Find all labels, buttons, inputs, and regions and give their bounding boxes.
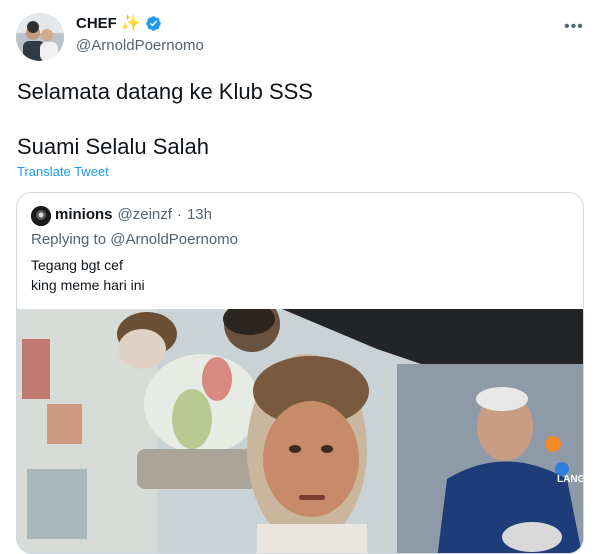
author-handle[interactable]: @ArnoldPoernomo xyxy=(76,37,204,54)
quoted-header: minions @zeinzf · 13h xyxy=(55,206,212,223)
tweet-text-line-2: Suami Selalu Salah xyxy=(17,134,210,159)
quoted-avatar[interactable] xyxy=(31,206,51,226)
tv-screen-photo: LANGS xyxy=(17,309,583,553)
author-name[interactable]: CHEF xyxy=(76,15,117,32)
sparkles-icon: ✨ xyxy=(120,14,141,32)
quoted-text-line-2: king meme hari ini xyxy=(31,277,145,293)
tv-overlay-text: LANGS xyxy=(557,474,583,485)
tweet-text-line-1: Selamata datang ke Klub SSS xyxy=(17,79,313,104)
tweet-card[interactable]: CHEF ✨ @ArnoldPoernomo ••• Selamata data… xyxy=(0,0,598,554)
translate-tweet-link[interactable]: Translate Tweet xyxy=(17,164,109,179)
quoted-author-handle[interactable]: @zeinzf xyxy=(118,206,172,223)
quoted-media-photo[interactable]: LANGS xyxy=(17,309,583,553)
avatar-photo xyxy=(16,13,64,61)
quoted-text-line-1: Tegang bgt cef xyxy=(31,257,123,273)
more-options-icon[interactable]: ••• xyxy=(564,18,584,36)
replying-to-line: Replying to @ArnoldPoernomo xyxy=(31,231,239,248)
author-name-row[interactable]: CHEF ✨ xyxy=(76,15,162,32)
quoted-avatar-photo xyxy=(31,206,51,226)
quoted-tweet[interactable]: minions @zeinzf · 13h Replying to @Arnol… xyxy=(16,192,584,554)
avatar[interactable] xyxy=(16,13,64,61)
verified-badge-icon xyxy=(146,16,161,31)
separator-dot: · xyxy=(176,206,182,223)
quoted-timestamp[interactable]: 13h xyxy=(187,206,212,223)
quoted-author-name[interactable]: minions xyxy=(55,206,113,223)
